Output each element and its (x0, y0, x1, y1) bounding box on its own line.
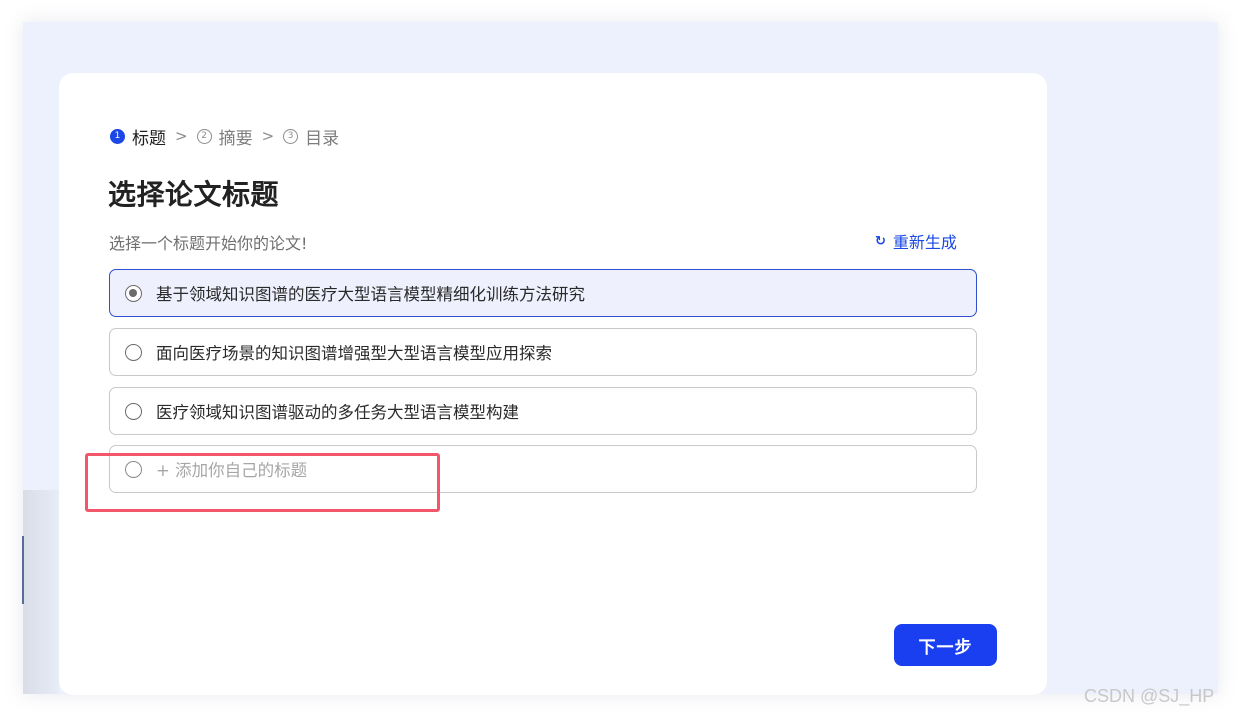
step-label: 目录 (305, 128, 340, 149)
step-title[interactable]: 1 标题 (110, 124, 166, 149)
watermark: CSDN @SJ_HP (1084, 686, 1215, 706)
refresh-icon: ↻ (875, 233, 886, 249)
title-option-label: 面向医疗场景的知识图谱增强型大型语言模型应用探索 (156, 344, 552, 363)
step-abstract[interactable]: 2 摘要 (196, 124, 253, 149)
step-outline[interactable]: 3 目录 (283, 124, 339, 149)
title-selection-card: 1 标题 > 2 摘要 > 3 目录 选择论文标题 选择一个标题开始你的论文! … (59, 73, 1047, 695)
title-option-label: 医疗领域知识图谱驱动的多任务大型语言模型构建 (156, 403, 519, 422)
chevron-right-icon: > (261, 127, 275, 145)
step-number-3-icon: 3 (283, 128, 299, 144)
sidebar-edge (22, 536, 24, 604)
sidebar-shadow (23, 490, 59, 694)
regenerate-button[interactable]: ↻ 重新生成 (875, 229, 957, 253)
add-custom-title-option[interactable]: + 添加你自己的标题 (109, 445, 977, 493)
page-subtitle: 选择一个标题开始你的论文! (109, 234, 308, 253)
step-number-2-icon: 2 (196, 128, 212, 144)
step-label: 摘要 (218, 128, 253, 149)
title-option[interactable]: 基于领域知识图谱的医疗大型语言模型精细化训练方法研究 (109, 269, 977, 317)
radio-selected-icon[interactable] (125, 284, 142, 302)
title-option[interactable]: 医疗领域知识图谱驱动的多任务大型语言模型构建 (109, 387, 977, 435)
step-indicator: 1 标题 > 2 摘要 > 3 目录 (110, 124, 339, 149)
chevron-right-icon: > (175, 127, 188, 145)
title-option-label: 基于领域知识图谱的医疗大型语言模型精细化训练方法研究 (156, 285, 585, 304)
screenshot-stage: 1 标题 > 2 摘要 > 3 目录 选择论文标题 选择一个标题开始你的论文! … (0, 0, 1241, 718)
radio-icon[interactable] (125, 402, 142, 420)
page-title: 选择论文标题 (108, 178, 280, 211)
radio-icon[interactable] (125, 460, 142, 478)
add-custom-title-label: + 添加你自己的标题 (156, 461, 308, 480)
radio-icon[interactable] (125, 343, 142, 361)
step-number-1-icon: 1 (110, 128, 125, 144)
next-step-button[interactable]: 下一步 (894, 624, 997, 666)
regenerate-label: 重新生成 (892, 233, 957, 252)
step-label: 标题 (132, 128, 166, 149)
title-option[interactable]: 面向医疗场景的知识图谱增强型大型语言模型应用探索 (109, 328, 977, 376)
